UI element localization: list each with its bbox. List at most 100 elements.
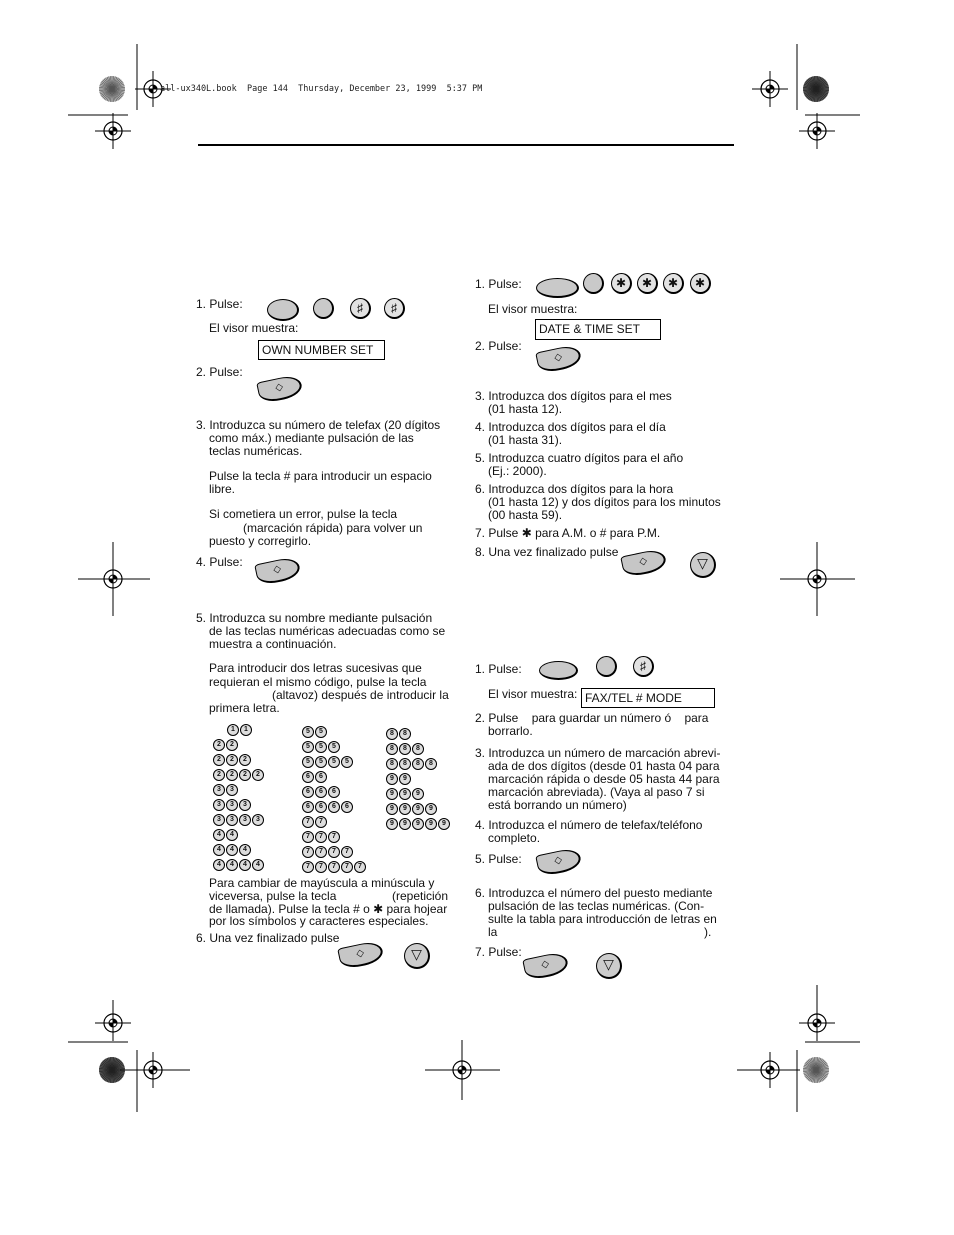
number-key-icon: 8	[386, 743, 398, 755]
speed-step-3: está borrando un número)	[488, 798, 627, 812]
letter-key-sequence: 666	[302, 786, 366, 801]
number-key-icon: 8	[412, 743, 424, 755]
letter-key-column: 88888888899999999999999	[386, 728, 450, 833]
number-key-icon: 5	[315, 756, 327, 768]
number-key-icon: 8	[399, 728, 411, 740]
crop-lines	[68, 44, 860, 1112]
star-key-icon: ✱	[663, 273, 684, 294]
date-step-6: (00 hasta 59).	[488, 508, 563, 522]
number-key-icon: 5	[341, 756, 353, 768]
number-key-icon: 5	[328, 741, 340, 753]
number-key-icon: 3	[226, 814, 238, 826]
star-key-icon: ✱	[637, 273, 658, 294]
letter-key-column: 55555555566666666677777777777777	[302, 726, 366, 876]
date-step-3: (01 hasta 12).	[488, 402, 563, 416]
number-key-icon: 1	[227, 724, 239, 736]
function-key-icon	[536, 278, 579, 298]
manual-page: all-ux340L.book Page 144 Thursday, Decem…	[0, 0, 954, 1235]
date-step-8: 8. Una vez finalizado pulse	[475, 545, 619, 559]
step-6-label: 6. Una vez finalizado pulse	[196, 931, 340, 945]
letter-key-sequence: 2222	[213, 769, 264, 784]
visor-label: El visor muestra:	[209, 321, 299, 335]
number-key-icon: 1	[240, 724, 252, 736]
round-key-icon	[583, 273, 604, 294]
letter-key-sequence: 6666	[302, 801, 366, 816]
speed-step-2: borrarlo.	[488, 724, 533, 738]
letter-key-sequence: 3333	[213, 814, 264, 829]
round-key-icon	[313, 298, 334, 319]
number-key-icon: 7	[302, 831, 314, 843]
step-3-note: Pulse la tecla # para introducir un espa…	[209, 469, 432, 483]
number-key-icon: 5	[302, 741, 314, 753]
number-key-icon: 4	[213, 859, 225, 871]
registration-starburst	[99, 76, 125, 102]
number-key-icon: 3	[226, 784, 238, 796]
step-3-line: teclas numéricas.	[209, 444, 303, 458]
letter-key-sequence: 99999	[386, 818, 450, 833]
number-key-icon: 3	[239, 814, 251, 826]
display-text: DATE & TIME SET	[535, 319, 661, 340]
stop-key-icon: ▽	[690, 552, 716, 578]
number-key-icon: 3	[213, 814, 225, 826]
number-key-icon: 4	[226, 829, 238, 841]
speed-step-7: 7. Pulse:	[475, 945, 522, 959]
display-text: FAX/TEL # MODE	[581, 688, 715, 708]
number-key-icon: 2	[226, 769, 238, 781]
number-key-icon: 6	[315, 786, 327, 798]
number-key-icon: 5	[302, 756, 314, 768]
number-key-icon: 7	[328, 861, 340, 873]
number-key-icon: 6	[302, 786, 314, 798]
number-key-icon: 9	[438, 818, 450, 830]
number-key-icon: 9	[425, 803, 437, 815]
speed-step-4: completo.	[488, 831, 541, 845]
number-key-icon: 2	[239, 769, 251, 781]
header-rule	[198, 144, 734, 146]
registration-marks	[68, 44, 860, 1112]
number-key-icon: 7	[315, 831, 327, 843]
step-1-label: 1. Pulse:	[196, 297, 243, 311]
number-key-icon: 5	[328, 756, 340, 768]
number-key-icon: 2	[213, 769, 225, 781]
display-text: OWN NUMBER SET	[258, 340, 385, 360]
letter-key-sequence: 11	[227, 724, 264, 739]
letter-key-sequence: 9999	[386, 803, 450, 818]
star-key-icon: ✱	[690, 273, 711, 294]
number-key-icon: 8	[386, 758, 398, 770]
registration-crosshair	[799, 113, 835, 149]
letter-key-sequence: 22	[213, 739, 264, 754]
registration-starburst	[803, 76, 829, 102]
letter-key-column: 11222222222333333333444444444	[213, 724, 264, 874]
number-key-icon: 7	[341, 846, 353, 858]
number-key-icon: 8	[386, 728, 398, 740]
letter-key-sequence: 888	[386, 743, 450, 758]
number-key-icon: 3	[239, 799, 251, 811]
step-3-note: libre.	[209, 482, 236, 496]
date-step-5: (Ej.: 2000).	[488, 464, 547, 478]
number-key-icon: 7	[315, 861, 327, 873]
number-key-icon: 5	[302, 726, 314, 738]
number-key-icon: 2	[213, 739, 225, 751]
number-key-icon: 7	[302, 816, 314, 828]
number-key-icon: 9	[386, 803, 398, 815]
letter-key-sequence: 333	[213, 799, 264, 814]
letter-key-sequence: 7777	[302, 846, 366, 861]
letter-key-sequence: 4444	[213, 859, 264, 874]
number-key-icon: 8	[399, 743, 411, 755]
number-key-icon: 7	[302, 846, 314, 858]
date-step-1: 1. Pulse:	[475, 277, 522, 291]
speed-step-1: 1. Pulse:	[475, 662, 522, 676]
letter-key-sequence: 777	[302, 831, 366, 846]
letter-key-sequence: 99	[386, 773, 450, 788]
step-5-note: primera letra.	[209, 701, 280, 715]
number-key-icon: 4	[213, 829, 225, 841]
number-key-icon: 3	[226, 799, 238, 811]
number-key-icon: 9	[386, 773, 398, 785]
hash-key-icon: ♯	[350, 298, 371, 319]
case-note: por los símbolos y caracteres especiales…	[209, 914, 429, 928]
number-key-icon: 4	[226, 844, 238, 856]
step-3-note: Si cometiera un error, pulse la tecla	[209, 507, 398, 521]
step-4-label: 4. Pulse:	[196, 555, 243, 569]
number-key-icon: 2	[239, 754, 251, 766]
letter-key-sequence: 77	[302, 816, 366, 831]
step-5-line: muestra a continuación.	[209, 637, 337, 651]
